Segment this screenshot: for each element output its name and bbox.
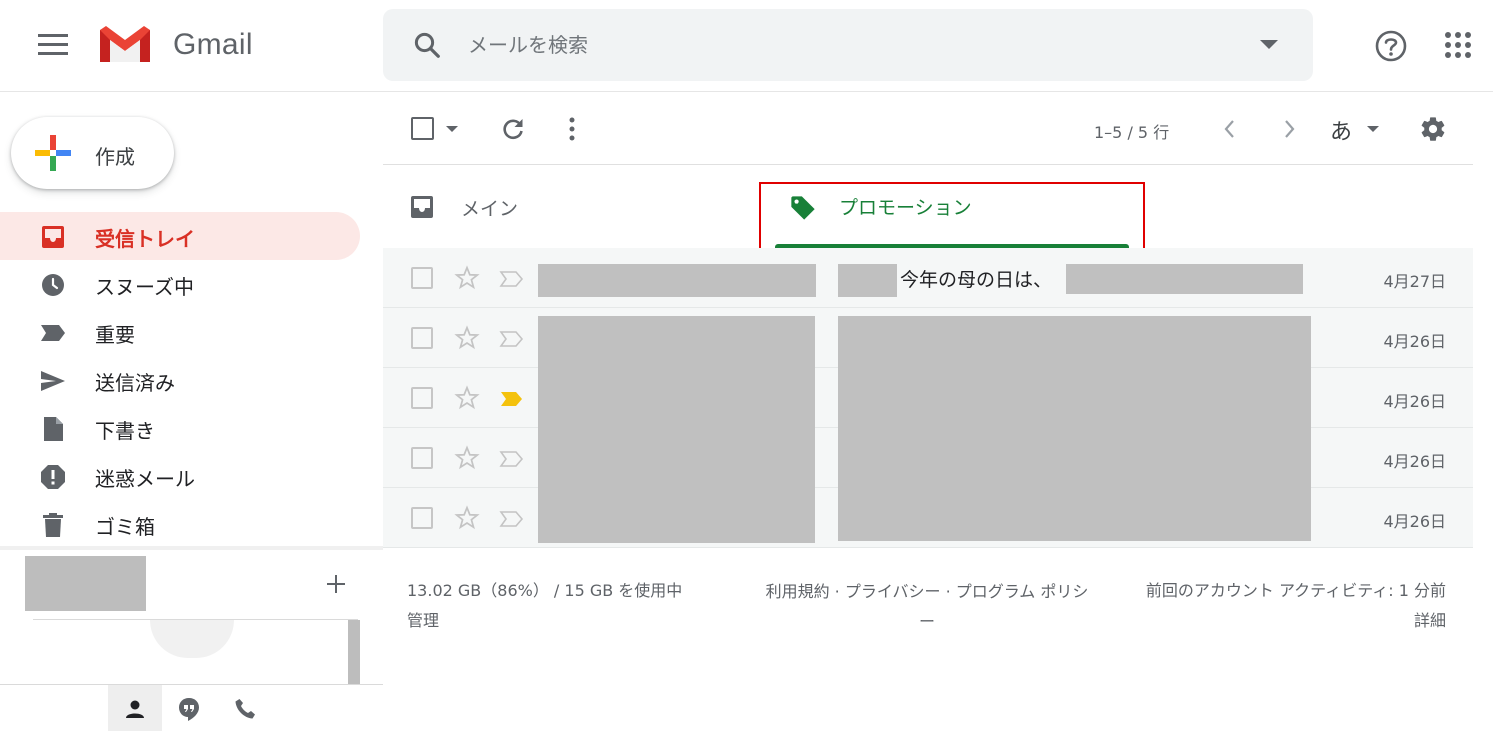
spam-icon (41, 465, 65, 489)
gear-icon[interactable] (1419, 115, 1447, 143)
sidebar-item-label: 受信トレイ (95, 227, 195, 251)
select-options-icon[interactable] (446, 126, 458, 132)
important-marker-icon[interactable] (499, 510, 525, 528)
terms-privacy-links[interactable]: 利用規約 · プライバシー · プログラム ポリシー (762, 577, 1092, 637)
activity-details-link[interactable]: 詳細 (1414, 607, 1446, 631)
hangouts-scrollbar[interactable] (348, 620, 360, 684)
person-icon (126, 700, 144, 718)
search-options-icon[interactable] (1260, 40, 1278, 49)
select-all-checkbox[interactable] (411, 117, 434, 140)
clock-icon (42, 274, 64, 296)
redacted-prefix (838, 264, 897, 297)
star-icon[interactable] (454, 325, 480, 351)
sidebar-item-snoozed[interactable]: スヌーズ中 (0, 260, 360, 308)
send-icon (41, 371, 65, 391)
row-checkbox[interactable] (411, 507, 433, 529)
email-date: 4月26日 (1383, 512, 1446, 531)
search-icon[interactable] (412, 30, 442, 60)
contacts-tab[interactable] (108, 685, 162, 731)
email-date: 4月26日 (1383, 452, 1446, 471)
trash-icon (43, 513, 63, 537)
storage-usage: 13.02 GB（86%） / 15 GB を使用中 (407, 581, 683, 600)
important-marker-icon[interactable] (499, 390, 525, 408)
sidebar-item-label: 重要 (95, 323, 135, 347)
important-marker-icon[interactable] (499, 450, 525, 468)
inbox-tab-icon (411, 196, 433, 218)
star-icon[interactable] (454, 385, 480, 411)
input-tools-button[interactable]: あ (1330, 114, 1352, 146)
gmail-logo-icon[interactable] (96, 22, 154, 66)
redacted-senders-block (538, 316, 815, 543)
redacted-subjects-block (838, 316, 1311, 541)
sidebar-item-trash[interactable]: ゴミ箱 (0, 500, 360, 548)
sidebar-item-important[interactable]: 重要 (0, 308, 360, 356)
sidebar-nav: 受信トレイ スヌーズ中 重要 送信済み 下書き 迷惑メール ゴミ箱 (0, 212, 360, 548)
phone-icon (235, 699, 255, 719)
sidebar-item-inbox[interactable]: 受信トレイ (0, 212, 360, 260)
sidebar-divider (0, 546, 383, 550)
tag-icon (791, 196, 815, 220)
hangouts-placeholder-bubble (150, 620, 234, 658)
add-contact-icon[interactable] (324, 572, 348, 596)
hangouts-user-avatar[interactable] (25, 556, 146, 611)
row-checkbox[interactable] (411, 327, 433, 349)
apps-grid-icon[interactable] (1445, 32, 1471, 58)
important-marker-icon[interactable] (499, 330, 525, 348)
refresh-icon[interactable] (500, 116, 526, 142)
star-icon[interactable] (454, 445, 480, 471)
input-tools-dropdown-icon[interactable] (1367, 126, 1379, 132)
star-icon[interactable] (454, 265, 480, 291)
list-toolbar (383, 93, 1473, 165)
row-checkbox[interactable] (411, 447, 433, 469)
sidebar-item-label: 下書き (95, 419, 155, 443)
help-icon[interactable] (1374, 29, 1408, 63)
calls-tab[interactable] (218, 685, 272, 731)
sidebar-item-label: ゴミ箱 (95, 515, 155, 539)
email-date: 4月26日 (1383, 392, 1446, 411)
pagination-text: 1–5 / 5 行 (1094, 123, 1170, 142)
star-icon[interactable] (454, 505, 480, 531)
tab-primary-label: メイン (461, 198, 519, 220)
row-checkbox[interactable] (411, 387, 433, 409)
chevron-left-icon[interactable] (1221, 118, 1239, 140)
redacted-snippet (1066, 264, 1303, 294)
conversations-tab[interactable] (162, 685, 216, 731)
compose-plus-icon (35, 135, 71, 171)
manage-storage-link[interactable]: 管理 (407, 607, 439, 631)
row-checkbox[interactable] (411, 267, 433, 289)
last-activity-text: 前回のアカウント アクティビティ: 1 分前 (1145, 581, 1446, 600)
draft-icon (44, 417, 63, 441)
compose-button[interactable]: 作成 (11, 117, 174, 189)
email-row[interactable]: 今年の母の日は、 4月27日 (383, 248, 1473, 308)
important-marker-icon[interactable] (499, 270, 525, 288)
more-vert-icon[interactable] (568, 116, 576, 142)
inbox-icon (42, 226, 64, 248)
sidebar-item-label: 送信済み (95, 371, 175, 395)
important-icon (41, 325, 65, 341)
email-date: 4月27日 (1383, 272, 1446, 291)
sidebar-item-sent[interactable]: 送信済み (0, 356, 360, 404)
email-subject: 今年の母の日は、 (900, 269, 1053, 291)
tab-promotions-label: プロモーション (839, 197, 972, 219)
sidebar-item-drafts[interactable]: 下書き (0, 404, 360, 452)
tab-primary[interactable] (383, 166, 763, 248)
sidebar-item-label: 迷惑メール (95, 467, 195, 491)
redacted-sender (538, 264, 816, 297)
search-input[interactable] (468, 28, 1168, 62)
hangouts-icon (179, 698, 199, 721)
sidebar-item-label: スヌーズ中 (95, 275, 194, 299)
email-date: 4月26日 (1383, 332, 1446, 351)
chevron-right-icon[interactable] (1280, 118, 1298, 140)
app-name[interactable]: Gmail (173, 28, 253, 62)
sidebar-item-spam[interactable]: 迷惑メール (0, 452, 360, 500)
compose-label: 作成 (95, 145, 135, 169)
main-menu-icon[interactable] (38, 34, 68, 56)
